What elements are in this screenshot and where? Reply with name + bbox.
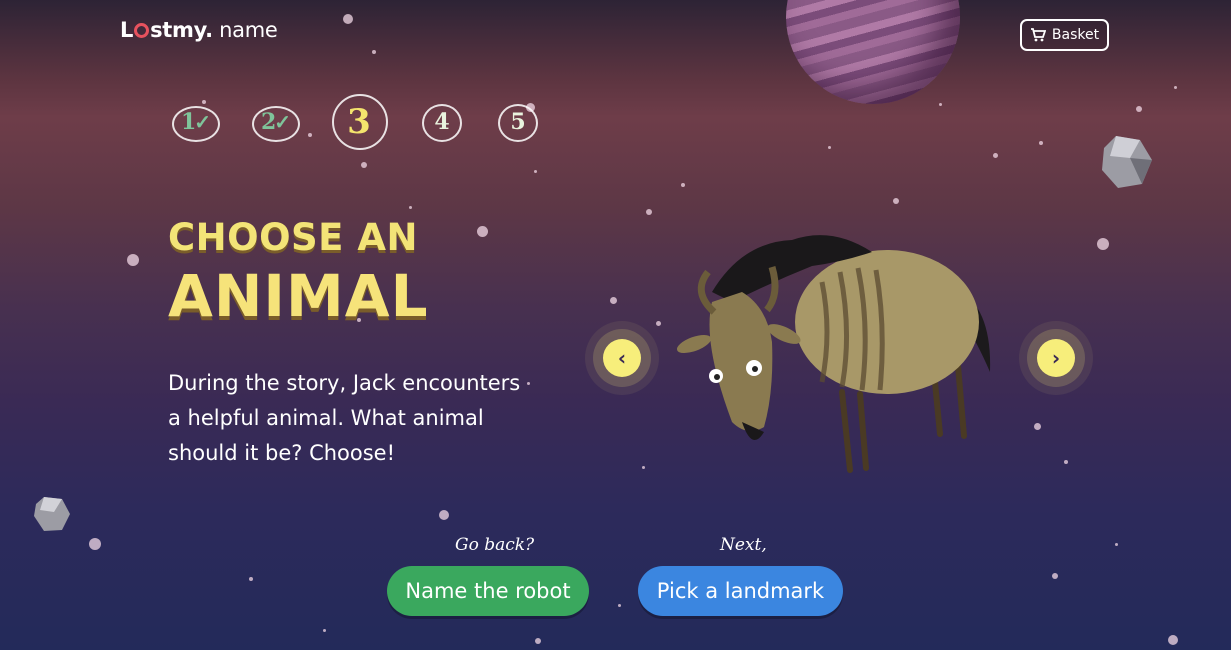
step-5-label: 5 [510, 109, 526, 135]
star-dot [89, 538, 101, 550]
next-animal-button[interactable]: › [1037, 339, 1075, 377]
step-4[interactable]: 4 [422, 102, 462, 142]
heading-line-2: ANIMAL [168, 262, 429, 330]
star-dot [534, 170, 537, 173]
go-back-hint: Go back? [455, 535, 535, 555]
magnifier-icon [134, 23, 150, 38]
star-dot [1097, 238, 1109, 250]
basket-button[interactable]: Basket [1020, 19, 1109, 51]
star-dot [828, 146, 831, 149]
star-dot [477, 226, 488, 237]
name-the-robot-button[interactable]: Name the robot [387, 566, 589, 616]
description-text: During the story, Jack encounters a help… [168, 371, 521, 465]
star-dot [1115, 543, 1118, 546]
star-dot [323, 629, 326, 632]
star-dot [1136, 106, 1142, 112]
step-1[interactable]: 1 ✓ [172, 102, 220, 142]
star-dot [361, 162, 367, 168]
pick-a-landmark-button[interactable]: Pick a landmark [638, 566, 843, 616]
star-dot [646, 209, 652, 215]
star-dot [681, 183, 685, 187]
planet-decoration [786, 0, 960, 104]
star-dot [1052, 573, 1058, 579]
star-dot [1168, 635, 1178, 645]
star-dot [1039, 141, 1043, 145]
star-dot [939, 103, 942, 106]
logo-name-text: name [212, 18, 278, 42]
star-dot [439, 510, 449, 520]
asteroid-right [1102, 136, 1152, 188]
next-hint: Next, [720, 535, 767, 555]
star-dot [343, 14, 353, 24]
chevron-left-icon: ‹ [617, 346, 627, 370]
basket-label: Basket [1051, 27, 1100, 43]
star-dot [618, 604, 621, 607]
star-dot [610, 297, 617, 304]
star-dot [1064, 460, 1068, 464]
star-dot [127, 254, 139, 266]
chevron-right-icon: › [1051, 346, 1061, 370]
wildebeest-illustration [676, 235, 991, 473]
star-dot [409, 206, 412, 209]
cart-icon [1030, 28, 1046, 42]
step-2[interactable]: 2 ✓ [252, 102, 300, 142]
star-dot [372, 50, 376, 54]
star-dot [893, 198, 899, 204]
star-dot [642, 466, 645, 469]
step-3[interactable]: 3 [330, 92, 388, 152]
check-icon: ✓ [194, 110, 212, 134]
star-dot [249, 577, 253, 581]
star-dot [535, 638, 541, 644]
check-icon: ✓ [274, 110, 292, 134]
previous-animal-button[interactable]: ‹ [603, 339, 641, 377]
logo-letter-l: L [120, 18, 134, 42]
star-dot [656, 321, 661, 326]
asteroid-left [34, 497, 70, 531]
step-indicator: 1 ✓ 2 ✓ 3 4 5 [170, 92, 550, 152]
heading-line-1: CHOOSE AN [168, 216, 418, 259]
star-dot [1174, 86, 1177, 89]
step-4-label: 4 [434, 109, 450, 135]
star-dot [1034, 423, 1041, 430]
step-3-label: 3 [347, 102, 371, 142]
star-dot [993, 153, 998, 158]
site-logo[interactable]: Lstmy. name [120, 18, 278, 42]
step-5[interactable]: 5 [498, 102, 538, 142]
logo-brand-text: stmy. [150, 18, 213, 42]
